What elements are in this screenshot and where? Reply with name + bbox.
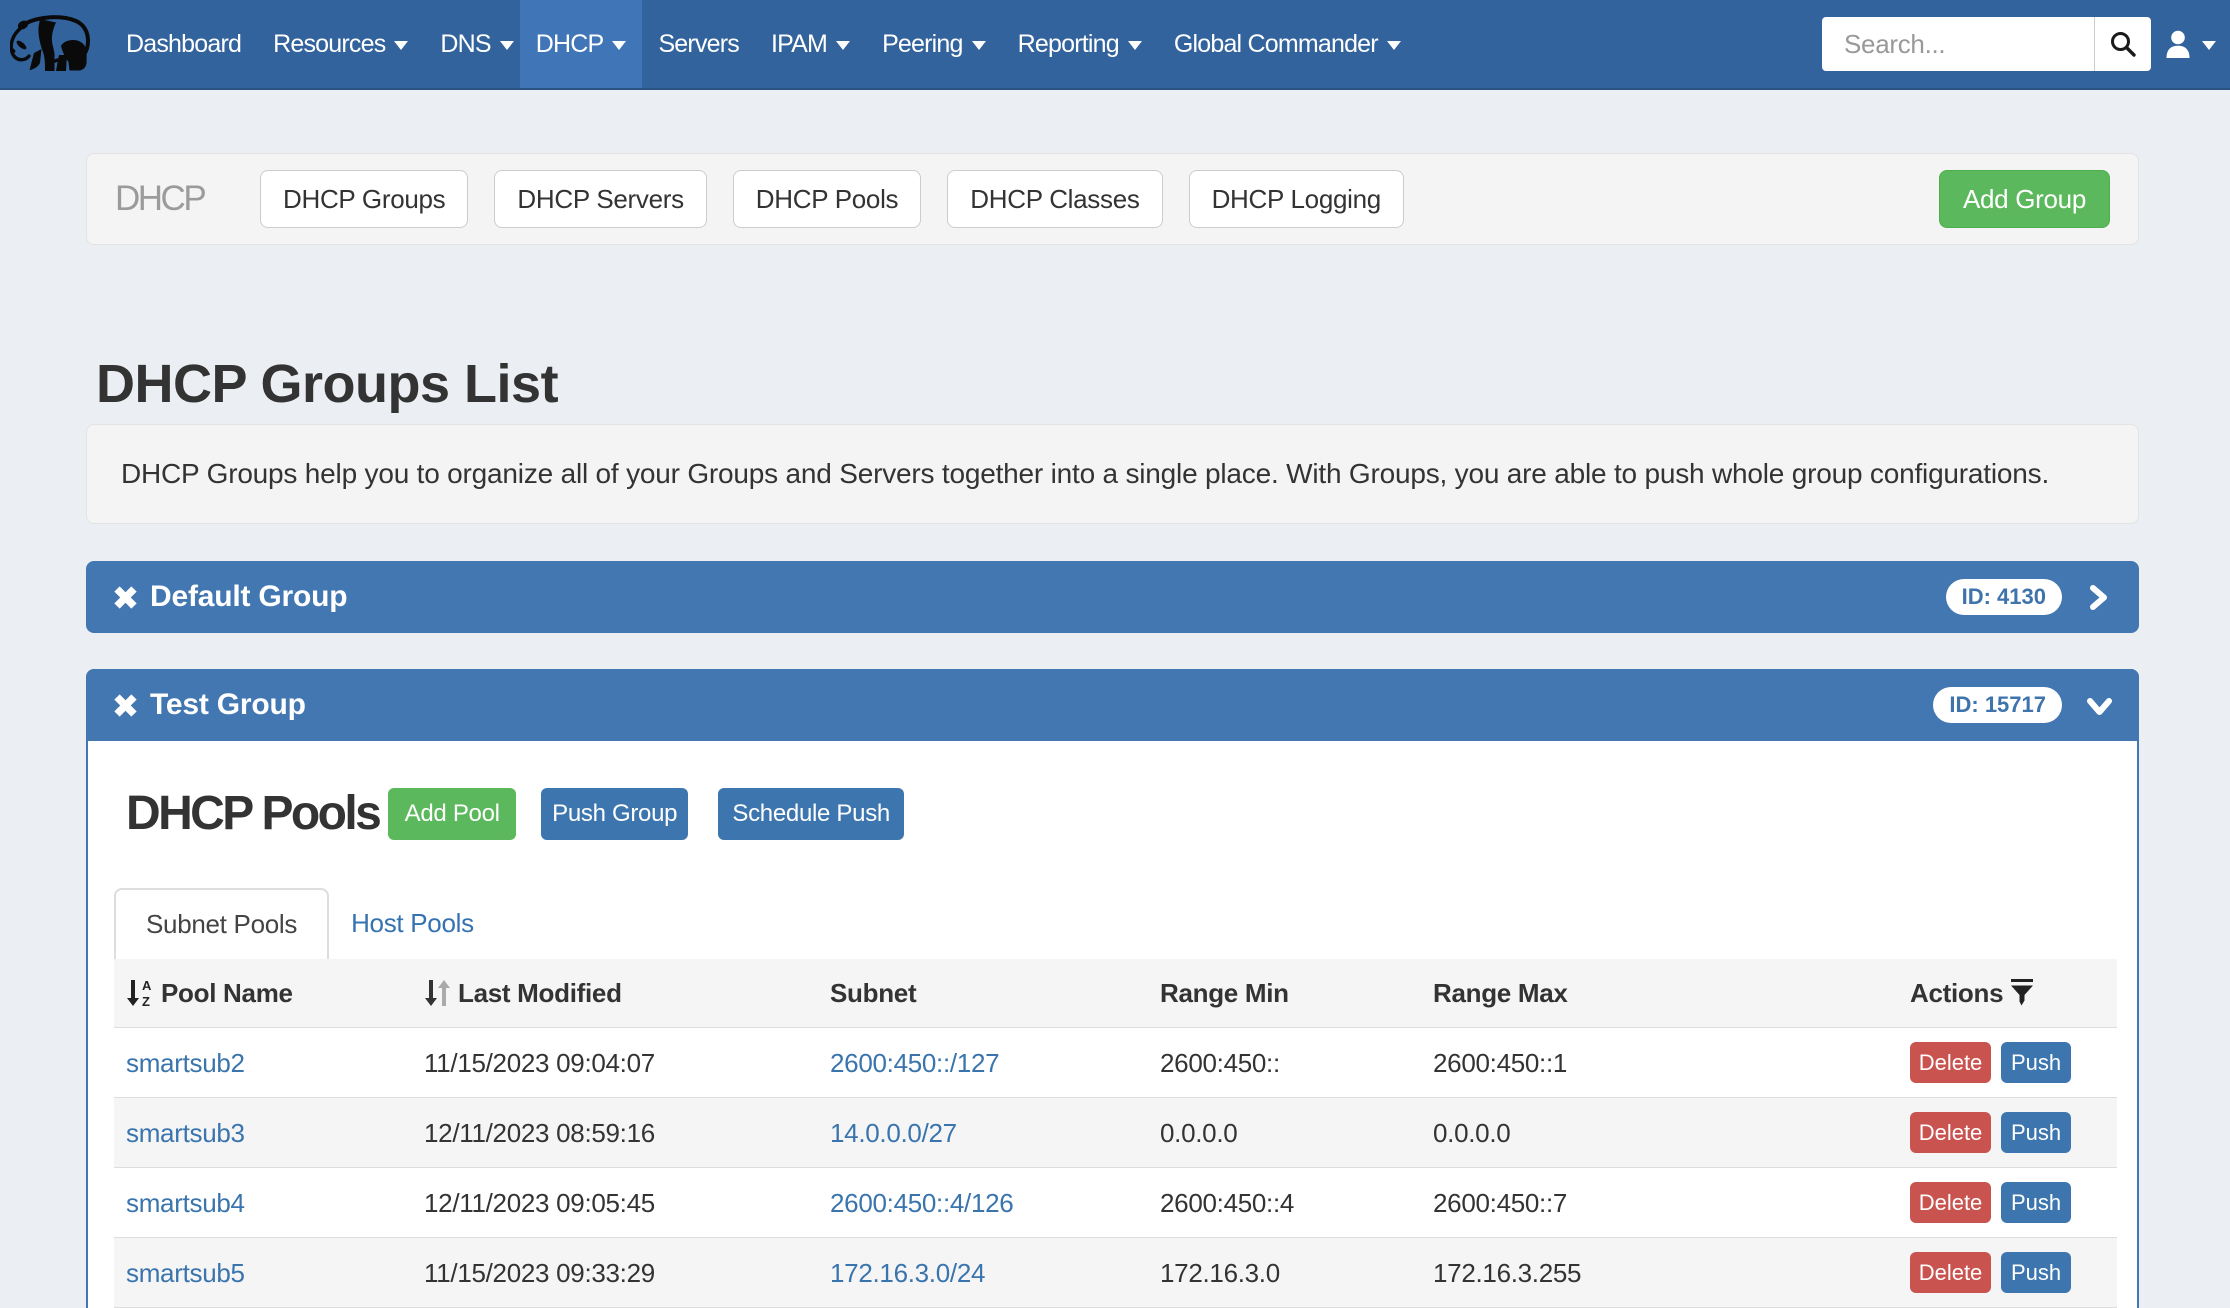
svg-text:A: A: [142, 978, 152, 993]
svg-text:Z: Z: [142, 994, 150, 1008]
